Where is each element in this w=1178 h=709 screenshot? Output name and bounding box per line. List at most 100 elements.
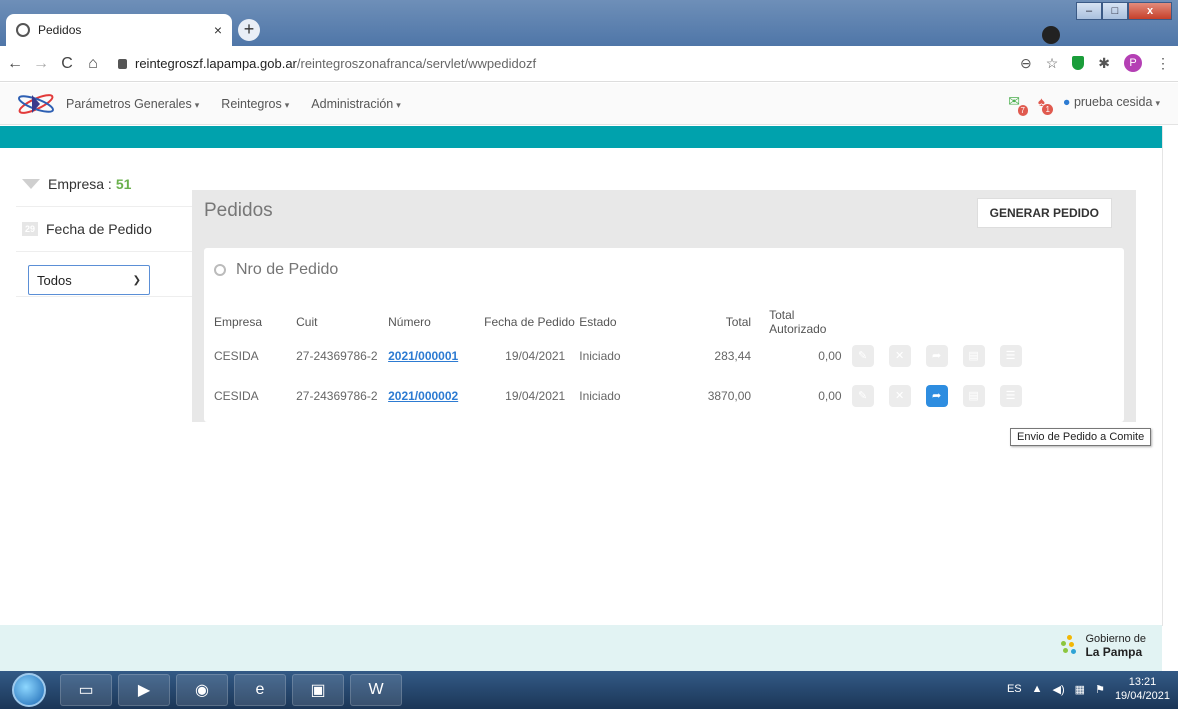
caret-down-icon: ▾ <box>396 99 401 110</box>
cell-total: 3870,00 <box>707 389 752 403</box>
volume-icon[interactable]: ◀) <box>1053 683 1065 696</box>
url-path: /reintegroszonafranca/servlet/wwpedidozf <box>296 56 537 71</box>
search-icon <box>214 264 226 276</box>
cell-numero: 2021/000001 <box>388 336 484 376</box>
ie-taskbar-icon[interactable]: e <box>234 674 286 706</box>
cell-estado: Iniciado <box>579 389 621 403</box>
filter-fecha-pedido[interactable]: 29 Fecha de Pedido <box>16 206 192 252</box>
calendar-icon: 29 <box>22 222 38 236</box>
tab-close-icon[interactable]: × <box>214 22 222 38</box>
profile-avatar[interactable]: P <box>1124 54 1142 72</box>
remote-desktop-taskbar-icon[interactable]: ▣ <box>292 674 344 706</box>
cell-fecha: 19/04/2021 <box>505 389 566 403</box>
filter-empresa[interactable]: Empresa : 51 <box>22 176 131 192</box>
reload-icon[interactable]: C <box>56 55 78 73</box>
page-right-edge <box>1162 126 1178 626</box>
caret-down-icon: ▾ <box>194 99 200 110</box>
fecha-select[interactable]: Todos ❯ <box>28 265 150 295</box>
logo-line2: La Pampa <box>1085 645 1143 659</box>
new-tab-button[interactable]: + <box>238 19 260 41</box>
table-row: CESIDA 27-24369786-2 2021/000002 19/04/2… <box>204 376 1124 416</box>
pedido-link[interactable]: 2021/000001 <box>388 349 458 363</box>
extension-icon[interactable] <box>1042 26 1060 44</box>
col-estado[interactable]: Estado <box>579 308 668 336</box>
puzzle-extensions-icon[interactable]: ✱ <box>1098 55 1110 72</box>
windows-taskbar: ▭ ▶ ◉ e ▣ W ES ▲ ◀) ▦ ⚑ 13:21 19/04/2021 <box>0 671 1178 709</box>
nav-label: Parámetros Generales <box>66 96 192 111</box>
tab-title: Pedidos <box>38 23 82 37</box>
chrome-taskbar-icon[interactable]: ◉ <box>176 674 228 706</box>
cell-autorizado: 0,00 <box>818 389 842 403</box>
address-bar: ← → C ⌂ reintegroszf.lapampa.gob.ar/rein… <box>0 46 1178 82</box>
cell-fecha: 19/04/2021 <box>505 349 566 363</box>
search-input[interactable] <box>234 260 474 280</box>
col-fecha[interactable]: Fecha de Pedido <box>484 308 579 336</box>
globe-icon <box>16 23 30 37</box>
language-indicator[interactable]: ES <box>1007 683 1022 695</box>
back-arrow-icon[interactable]: ← <box>4 55 26 73</box>
cell-actions: ✎ ✕ ➦ ▤ ☰ <box>848 376 1124 416</box>
pedido-link[interactable]: 2021/000002 <box>388 389 458 403</box>
mail-icon[interactable]: ✉ 7 <box>1008 93 1028 116</box>
url-field[interactable]: reintegroszf.lapampa.gob.ar/reintegroszo… <box>118 56 536 71</box>
media-taskbar-icon[interactable]: ▶ <box>118 674 170 706</box>
clock-date: 19/04/2021 <box>1114 690 1170 702</box>
more-menu-icon[interactable]: ⋮ <box>1156 55 1170 72</box>
delete-icon[interactable]: ✕ <box>888 385 911 407</box>
cell-cuit: 27-24369786-2 <box>296 349 378 363</box>
col-cuit[interactable]: Cuit <box>296 308 388 336</box>
delete-icon[interactable]: ✕ <box>888 345 911 367</box>
col-numero[interactable]: Número <box>388 308 484 336</box>
nav-administracion[interactable]: Administración ▾ <box>311 97 401 111</box>
site-logo[interactable] <box>14 89 58 119</box>
col-actions <box>848 308 1124 336</box>
nav-label: Reintegros <box>221 96 282 111</box>
cell-numero: 2021/000002 <box>388 376 484 416</box>
explorer-taskbar-icon[interactable]: ▭ <box>60 674 112 706</box>
list-icon[interactable]: ☰ <box>999 345 1022 367</box>
col-empresa[interactable]: Empresa <box>204 308 296 336</box>
print-icon[interactable]: ▤ <box>962 345 985 367</box>
col-total-autorizado[interactable]: Total Autorizado <box>751 308 848 336</box>
send-icon[interactable]: ➦ <box>925 345 948 367</box>
flag-icon[interactable]: ⚑ <box>1095 683 1105 696</box>
print-icon[interactable]: ▤ <box>962 385 985 407</box>
forward-arrow-icon[interactable]: → <box>30 55 52 73</box>
close-window-button[interactable]: x <box>1128 2 1172 20</box>
edit-icon[interactable]: ✎ <box>851 385 874 407</box>
cell-actions: ✎ ✕ ➦ ▤ ☰ <box>848 336 1124 376</box>
gobierno-la-pampa-logo: Gobierno de La Pampa <box>1059 633 1146 659</box>
nav-reintegros[interactable]: Reintegros ▾ <box>221 97 289 111</box>
word-taskbar-icon[interactable]: W <box>350 674 402 706</box>
pedidos-table: Empresa Cuit Número Fecha de Pedido Esta… <box>204 308 1124 416</box>
nav-parametros-generales[interactable]: Parámetros Generales ▾ <box>66 97 199 111</box>
sidebar-divider <box>16 296 192 297</box>
funnel-icon <box>22 179 40 189</box>
browser-tab[interactable]: Pedidos × <box>6 14 232 46</box>
tray-expand-icon[interactable]: ▲ <box>1032 683 1043 695</box>
col-total[interactable]: Total <box>668 308 751 336</box>
clock-time: 13:21 <box>1128 676 1157 688</box>
maximize-button[interactable]: □ <box>1102 2 1128 20</box>
url-domain: reintegroszf.lapampa.gob.ar <box>135 56 297 71</box>
list-icon[interactable]: ☰ <box>999 385 1022 407</box>
zoom-icon[interactable]: ⊖ <box>1020 55 1032 72</box>
filter-empresa-count: 51 <box>115 176 132 192</box>
user-menu[interactable]: ● prueba cesida ▾ <box>1063 95 1160 109</box>
edit-icon[interactable]: ✎ <box>851 345 874 367</box>
pedidos-panel: Pedidos GENERAR PEDIDO Empresa Cuit Núme… <box>192 190 1136 422</box>
bookmark-star-icon[interactable]: ☆ <box>1046 55 1059 72</box>
minimize-button[interactable]: – <box>1076 2 1102 20</box>
logo-dots-icon <box>1059 635 1081 657</box>
network-icon[interactable]: ▦ <box>1075 683 1085 696</box>
clock[interactable]: 13:21 19/04/2021 <box>1115 675 1170 703</box>
generar-pedido-button[interactable]: GENERAR PEDIDO <box>976 198 1112 228</box>
bell-icon[interactable]: ♠ 1 <box>1038 94 1053 115</box>
shield-extension-icon[interactable] <box>1072 56 1085 70</box>
browser-title-bar: Pedidos × + – □ x <box>0 0 1178 46</box>
send-icon[interactable]: ➦ <box>925 385 948 407</box>
start-button[interactable] <box>12 673 46 707</box>
lock-icon <box>118 58 127 69</box>
home-icon[interactable]: ⌂ <box>82 55 104 73</box>
send-tooltip: Envio de Pedido a Comite <box>1010 428 1152 446</box>
